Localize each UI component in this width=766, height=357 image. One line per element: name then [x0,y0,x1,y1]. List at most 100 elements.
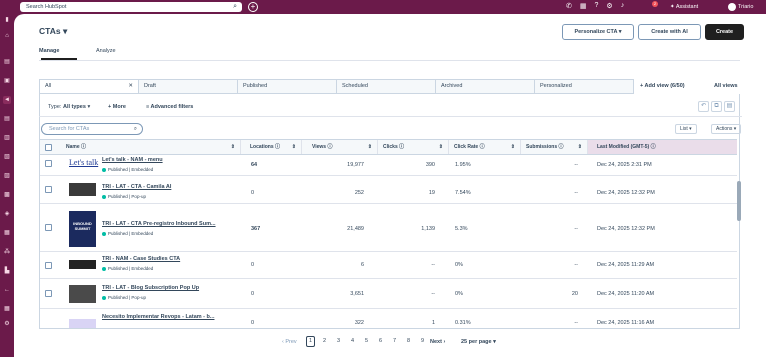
cta-name-link[interactable]: Necesito Implementar Revops - Latam - b.… [102,314,214,320]
views-value: 322 [354,320,364,326]
personalize-cta-button[interactable]: Personalize CTA ▾ [562,24,634,40]
cta-name-link[interactable]: TRI - LAT - CTA Pre-registro Inbound Sum… [102,221,216,227]
page-title[interactable]: CTAs ▾ [39,26,67,37]
sales-icon[interactable]: ▥ [3,134,11,142]
cta-status-text: Published | Pop-up [108,295,146,300]
cta-name-link[interactable]: TRI - LAT - CTA - Camila AI [102,184,171,190]
bell-icon[interactable]: ♪ [621,2,625,10]
views-value: 3,651 [350,291,364,297]
home-icon[interactable]: ⌂ [3,32,11,40]
views-value: 19,977 [347,162,364,168]
settings-icon[interactable]: ⚙ [3,320,11,328]
library-icon[interactable]: ⁂ [3,248,11,256]
page-4-button[interactable]: 4 [348,336,357,347]
list-view-button[interactable]: List ▾ [675,124,697,134]
tab-manage[interactable]: Manage [39,48,59,54]
apps-icon[interactable]: ▙ [3,267,11,275]
view-tab-personalized[interactable]: Personalized [535,79,634,94]
view-tab-archived[interactable]: Archived [436,79,535,94]
conversations-icon[interactable]: ▣ [3,77,11,85]
row-checkbox[interactable] [45,224,52,231]
more-filters-label: More [112,104,126,110]
page-9-button[interactable]: 9 [418,336,427,347]
column-header-last-modified[interactable]: Last Modified (GMT-5) ⓘ [588,140,737,154]
view-tab-published[interactable]: Published [238,79,337,94]
per-page-select[interactable]: 25 per page ▾ [461,339,496,345]
published-status-dot [102,194,106,199]
submissions-value: -- [574,190,578,196]
select-all-checkbox[interactable] [45,144,52,151]
list-view-label: List [680,126,688,132]
quick-create-button[interactable]: + [248,2,258,12]
view-tab-all[interactable]: All ✕ [39,79,139,94]
column-header-locations[interactable]: Locations ⓘ ⇕ [241,140,302,154]
row-checkbox[interactable] [45,262,52,269]
page-6-button[interactable]: 6 [376,336,385,347]
all-views-link[interactable]: All views [714,83,738,89]
prev-page-button[interactable]: ‹ Prev [282,339,297,345]
automation-icon[interactable]: ▩ [3,191,11,199]
table-scrollbar[interactable] [737,181,741,221]
content-icon[interactable]: ▤ [3,115,11,123]
table-row[interactable]: INBOUND SUMMIT TRI - LAT - CTA Pre-regis… [40,204,737,252]
marketing-megaphone-icon[interactable]: ◄ [3,96,11,104]
undo-icon[interactable]: ↶ [698,101,709,112]
create-button[interactable]: Create [705,24,744,40]
column-header-submissions[interactable]: Submissions ⓘ ⇕ [521,140,588,154]
row-checkbox[interactable] [45,186,52,193]
more-filters-button[interactable]: + More [108,104,126,110]
calendar-icon[interactable]: ▦ [3,305,11,313]
phone-icon[interactable]: ✆ [566,2,572,10]
table-row[interactable]: Let's talk Let's talk - NAM - menu Publi… [40,155,737,176]
page-1-button[interactable]: 1 [306,336,315,347]
last-modified-value: Dec 24, 2025 11:29 AM [597,262,655,268]
cta-name-link[interactable]: Let's talk - NAM - menu [102,157,163,163]
row-checkbox[interactable] [45,160,52,167]
settings-gear-icon[interactable]: ⚙ [606,2,612,10]
copy-view-icon[interactable]: ⧉ [711,101,722,112]
type-filter[interactable]: Type: All types ▾ [48,104,90,110]
help-icon[interactable]: ? [595,2,599,10]
page-8-button[interactable]: 8 [404,336,413,347]
table-row[interactable]: Necesito Implementar Revops - Latam - b.… [40,309,737,328]
table-row[interactable]: TRI - LAT - CTA - Camila AI Published | … [40,176,737,204]
create-with-ai-button[interactable]: Create with AI [638,24,701,40]
cta-status-text: Published | Embedded [108,167,154,172]
table-row[interactable]: TRI - NAM - Case Studies CTA Published |… [40,252,737,279]
next-page-button[interactable]: Next › [430,339,445,345]
row-checkbox[interactable] [45,290,52,297]
view-tab-scheduled[interactable]: Scheduled [337,79,436,94]
view-settings-icon[interactable]: ▤ [724,101,735,112]
column-header-name[interactable]: Name ⓘ ⇕ [62,140,241,154]
commerce-icon[interactable]: ▧ [3,153,11,161]
add-view-button[interactable]: + Add view (6/50) [640,83,685,89]
close-icon[interactable]: ✕ [128,80,133,93]
advanced-filters-button[interactable]: ≡ Advanced filters [146,104,193,110]
global-search-input[interactable]: Search HubSpot ⌕ [20,2,242,12]
table-row[interactable]: TRI - LAT - Blog Subscription Pop Up Pub… [40,279,737,309]
cta-search-input[interactable]: Search for CTAs ⌕ [41,123,143,135]
actions-button[interactable]: Actions ▾ [711,124,742,134]
user-menu[interactable]: Triario [728,2,753,12]
reporting-icon[interactable]: ▦ [3,229,11,237]
collapse-arrow-icon[interactable]: ← [3,286,11,294]
column-header-views[interactable]: Views ⓘ ⇕ [302,140,378,154]
service-icon[interactable]: ▨ [3,172,11,180]
column-header-click-rate[interactable]: Click Rate ⓘ ⇕ [449,140,521,154]
cta-name-link[interactable]: TRI - NAM - Case Studies CTA [102,256,180,262]
marketplace-icon[interactable]: ▦ [580,2,587,10]
contacts-icon[interactable]: ▤ [3,58,11,66]
tab-analyze[interactable]: Analyze [96,48,116,54]
bookmark-icon[interactable]: ▮ [3,16,11,24]
submissions-value: -- [574,162,578,168]
view-tab-draft[interactable]: Draft [139,79,238,94]
page-3-button[interactable]: 3 [334,336,343,347]
global-search-placeholder: Search HubSpot [26,4,67,10]
page-7-button[interactable]: 7 [390,336,399,347]
data-icon[interactable]: ◈ [3,210,11,218]
page-5-button[interactable]: 5 [362,336,371,347]
page-2-button[interactable]: 2 [320,336,329,347]
cta-name-link[interactable]: TRI - LAT - Blog Subscription Pop Up [102,285,199,291]
column-header-clicks[interactable]: Clicks ⓘ ⇕ [378,140,449,154]
assistant-button[interactable]: ✦ Assistant [670,2,698,12]
